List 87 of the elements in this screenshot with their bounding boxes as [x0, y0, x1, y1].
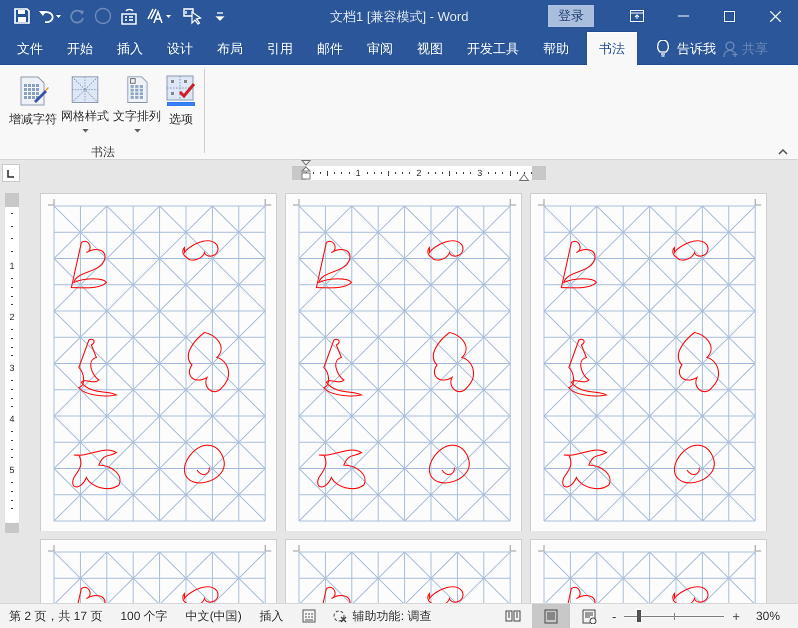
calligraphy-character-drawing: [678, 332, 720, 392]
calligraphy-character-drawing: [182, 240, 219, 261]
ruler-number: 2: [416, 168, 422, 178]
form-icon[interactable]: [120, 7, 138, 25]
ribbon-display-icon[interactable]: [630, 10, 644, 22]
ribbon-button[interactable]: 文字排列: [112, 75, 162, 137]
ribbon-tab[interactable]: 开发工具: [455, 32, 531, 65]
zoom-in-button[interactable]: +: [728, 608, 744, 624]
caret-icon[interactable]: [134, 129, 140, 133]
calligraphy-character-drawing: [70, 240, 107, 288]
checkmark-grid-icon: [165, 75, 197, 107]
web-page-icon: [581, 608, 598, 624]
horizontal-ruler[interactable]: 1 2 3: [292, 166, 546, 180]
zoom-out-button[interactable]: -: [608, 608, 620, 624]
tab-selector[interactable]: [2, 164, 20, 182]
ruler-number: 5: [9, 466, 14, 475]
ribbon-tab[interactable]: 开始: [55, 32, 105, 65]
language-status[interactable]: 中文(中国): [186, 608, 242, 624]
calligraphy-character-drawing: [78, 338, 117, 396]
ruler-number: 3: [9, 364, 14, 373]
lightbulb-icon[interactable]: [657, 40, 669, 58]
word-count[interactable]: 100 个字: [120, 608, 168, 624]
collapse-ribbon-icon[interactable]: [778, 149, 788, 155]
calligraphy-character-drawing: [427, 240, 464, 261]
page-icon: [543, 608, 560, 624]
ruler-number: 1: [356, 168, 361, 178]
ribbon-tab[interactable]: 视图: [405, 32, 455, 65]
tab-stop-icon: [7, 170, 15, 178]
grid-icon: [69, 75, 101, 104]
ribbon-button[interactable]: 选项: [164, 75, 198, 137]
login-button[interactable]: 登录: [548, 5, 594, 27]
calligraphy-character-drawing: [672, 240, 709, 261]
save-icon[interactable]: [14, 8, 30, 24]
ruler-number: 4: [9, 414, 14, 424]
ruler-number: 2: [9, 312, 14, 322]
caret-icon[interactable]: [82, 129, 88, 133]
calligraphy-character-drawing: [316, 240, 352, 288]
window-title: 文档1 [兼容模式] - Word: [330, 8, 468, 26]
calligraphy-character-drawing: [568, 338, 607, 396]
ribbon-tab[interactable]: 布局: [205, 32, 255, 65]
book-icon: [505, 608, 522, 624]
calligraphy-character-drawing: [428, 444, 470, 484]
ribbon-tab[interactable]: 审阅: [355, 32, 405, 65]
calligraphy-character-drawing: [560, 240, 597, 288]
ribbon-tab[interactable]: 书法: [587, 32, 637, 65]
font-size-icon[interactable]: [146, 7, 174, 25]
maximize-icon[interactable]: [724, 10, 734, 22]
accessibility-status[interactable]: 辅助功能: 调查: [352, 608, 432, 624]
calligraphy-character-drawing: [323, 338, 362, 396]
group-label: 书法: [91, 144, 115, 161]
insert-mode[interactable]: 插入: [260, 608, 284, 624]
macro-icon[interactable]: [302, 609, 316, 623]
vertical-ruler[interactable]: 1 2 3 4 5: [5, 193, 19, 533]
zoom-level[interactable]: 30%: [756, 609, 780, 623]
print-view-button[interactable]: [532, 604, 570, 628]
ribbon-tab[interactable]: 引用: [255, 32, 305, 65]
page-count[interactable]: 第 2 页，共 17 页: [9, 608, 102, 624]
ribbon-tab[interactable]: 邮件: [305, 32, 355, 65]
zoom-slider-thumb[interactable]: [637, 610, 642, 622]
calligraphy-character-drawing: [427, 586, 464, 603]
pointer-icon[interactable]: [182, 7, 204, 25]
calligraphy-character-drawing: [184, 444, 225, 484]
undo-icon[interactable]: [38, 8, 62, 24]
close-icon[interactable]: [770, 10, 780, 22]
calligraphy-character-drawing: [432, 332, 474, 392]
ribbon-button[interactable]: 增减字符: [8, 75, 58, 137]
ribbon-tab[interactable]: 文件: [5, 32, 55, 65]
minimize-icon[interactable]: [678, 15, 688, 17]
ruler-number: 1: [9, 262, 14, 271]
right-indent-icon[interactable]: [519, 174, 529, 181]
calligraphy-character-drawing: [672, 586, 709, 603]
ribbon-tab[interactable]: 帮助: [531, 32, 581, 65]
calligraphy-character-drawing: [188, 332, 230, 392]
calligraphy-character-drawing: [182, 586, 219, 603]
calligraphy-character-drawing: [674, 444, 715, 484]
ruler-number: 3: [477, 168, 482, 178]
ruler-margin: [5, 193, 19, 207]
ribbon-tab[interactable]: 设计: [155, 32, 205, 65]
ribbon-button[interactable]: 网格样式: [60, 75, 110, 137]
calligraphy-character-drawing: [562, 450, 611, 490]
ribbon-tab[interactable]: 插入: [105, 32, 155, 65]
accessibility-icon[interactable]: [332, 609, 348, 623]
calligraphy-character-drawing: [317, 450, 366, 490]
person-icon: [723, 40, 739, 58]
tell-me-field[interactable]: 告诉我: [677, 40, 716, 58]
calligraphy-character-drawing: [72, 450, 121, 490]
ruler-margin: [5, 523, 19, 533]
